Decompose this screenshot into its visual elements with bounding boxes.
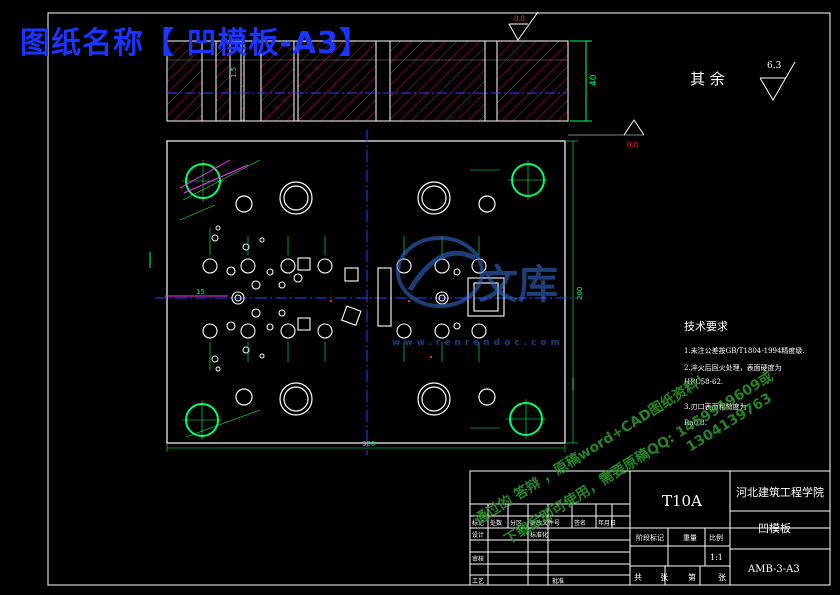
plan-left-offset-dim: 15 [196,288,205,296]
stage-label: 阶段标记 [636,533,664,542]
weight-label: 重量 [683,534,697,542]
roughness-top-value: 0.8 [514,15,525,23]
roughness-right-value: 0.8 [627,141,638,149]
roughness-top-symbol: 0.8 [508,11,539,41]
tech-req-heading: 技术要求 [684,320,728,333]
drawing-number: AMB-3-A3 [747,564,800,575]
role-design: 设计 [472,531,484,539]
roughness-rest-note: 其 余 6.3 [690,61,796,101]
school-name: 河北建筑工程学院 [736,485,824,499]
sheet-no-label: 第 [688,572,696,582]
watermark-line-2: 下载后即可使用，需要原稿QQ: 1459919609或 [501,368,776,549]
rev-header-date: 年月日 [598,519,616,527]
role-approve: 批准 [552,577,564,585]
roughness-right-symbol: 0.8 [568,119,645,149]
watermark-logo-text: 文库 [478,262,558,308]
material-label: T10A [662,492,702,510]
role-review: 审核 [472,555,484,563]
drawing-title-banner: 图纸名称【 凹模板-A3】 [20,26,370,61]
plan-overall-height-dim: 200 [576,287,584,300]
tech-req-item-1: 1.未注公差按GB/T1804-1994精度级. [684,346,805,355]
watermark-logo: 文库 www.renrendoc.com [392,236,564,348]
roughness-rest-label: 其 余 [690,70,725,88]
side-detail-dim: 1.5 [230,67,238,78]
cad-drawing-canvas: 40 1.5 0.8 0.8 其 余 6.3 300 200 15 技术要求 1… [47,11,831,586]
watermark-url: www.renrendoc.com [392,338,564,348]
part-name: 凹模板 [758,521,791,535]
sheet-total-unit: 张 [660,573,668,582]
rev-header-sign: 签名 [574,519,586,527]
role-process: 工艺 [472,577,484,585]
sheet-no-unit: 张 [718,573,726,582]
side-thickness-dim: 40 [589,74,599,86]
sheet-total-label: 共 [634,573,642,582]
plan-overall-width-dim: 300 [362,440,375,448]
scale-value: 1:1 [710,553,723,562]
roughness-rest-value: 6.3 [767,61,782,71]
scale-label: 比例 [709,533,723,542]
